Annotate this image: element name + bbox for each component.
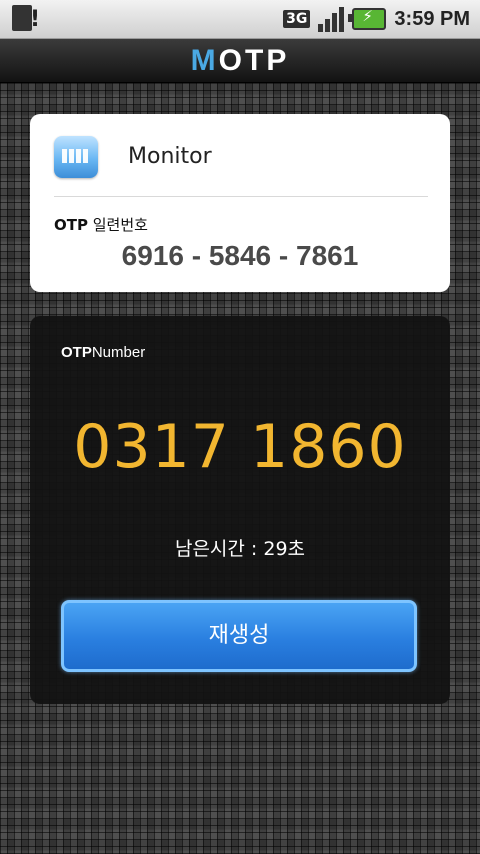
app-title: MOTP [191,44,290,77]
service-logo-icon [54,136,98,178]
battery-charging-icon [348,7,387,30]
service-name: Monitor [128,144,212,169]
sd-card-alert-icon [12,5,40,32]
status-bar: 3G 3:59 PM [0,0,480,39]
signal-icon [318,6,345,32]
regenerate-button[interactable]: 재생성 [61,600,417,672]
status-clock: 3:59 PM [394,7,470,30]
service-info-card: Monitor OTP 일련번호 6916 - 5846 - 7861 [30,114,450,292]
otp-label-bold: OTP [61,344,92,361]
serial-number: 6916 - 5846 - 7861 [121,240,359,271]
otp-number-label: OTPNumber [61,344,145,361]
notification-area [12,5,40,32]
app-title-rest: OTP [218,44,290,77]
app-title-accent: M [190,44,219,77]
card-divider [54,196,428,197]
app-bar: MOTP [0,39,480,83]
otp-code: 0317 1860 [73,412,407,482]
serial-label-text: 일련번호 [87,216,148,234]
serial-label-bold: OTP [54,216,88,234]
system-tray: 3G 3:59 PM [283,0,470,38]
otp-panel: OTPNumber 0317 1860 남은시간 : 29초 재생성 [30,316,450,704]
serial-label: OTP 일련번호 [54,214,148,235]
3g-icon: 3G [283,10,311,28]
time-remaining: 남은시간 : 29초 [174,538,306,560]
otp-label-text: Number [91,344,146,361]
